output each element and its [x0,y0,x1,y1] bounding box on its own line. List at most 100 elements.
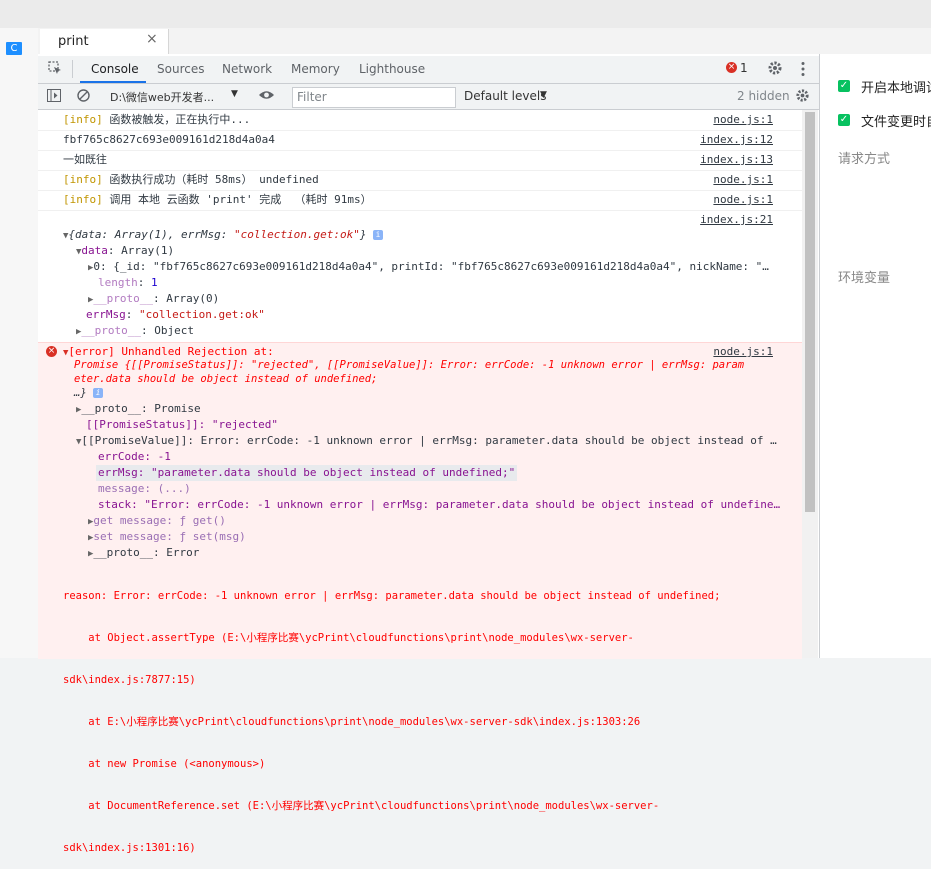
tree-errcode: errCode: -1 [98,450,171,463]
log-levels-chevron-icon[interactable]: ▼ [540,90,547,100]
tab-sources[interactable]: Sources [157,62,204,76]
left-app-badge[interactable]: C [6,42,22,55]
context-label: D:\微信web开发者... [110,91,215,104]
log-prefix: [info] [63,113,103,126]
devtools-main-toolbar [38,56,819,84]
hidden-count: 2 hidden [737,89,790,103]
tree-set-message[interactable]: ▶set message: ƒ set(msg) [88,529,246,546]
window-top-strip [0,0,931,29]
info-badge-icon[interactable]: i [92,388,103,398]
enable-local-debug-label: 开启本地调试 [861,81,931,96]
object-summary-close: } [359,228,367,241]
tree-item-0[interactable]: ▶0: {_id: "fbf765c8627c693e009161d218d4a… [88,259,769,276]
log-prefix: [info] [63,193,103,206]
tree-errmsg-highlight[interactable]: errMsg: "parameter.data should be object… [96,465,518,481]
console-scrollbar-thumb[interactable] [805,112,815,512]
tree-promise-value[interactable]: ▼[[PromiseValue]]: Error: errCode: -1 un… [76,433,777,450]
env-variables-heading: 环境变量 [838,271,891,286]
log-row[interactable]: [info] 调用 本地 云函数 'print' 完成 （耗时 91ms） no… [38,190,802,211]
tab-network[interactable]: Network [222,62,272,76]
live-expression-eye-icon[interactable] [258,89,275,101]
tree-stack: stack: "Error: errCode: -1 unknown error… [98,498,781,511]
stack-line: at Object.assertType (E:\小程序比赛\ycPrint\c… [63,632,634,644]
log-text: 函数执行成功（耗时 58ms） undefined [102,173,319,186]
inspect-element-icon[interactable] [48,61,62,75]
tree-value: : Array(1) [107,244,175,257]
log-source-link[interactable]: index.js:12 [700,130,773,150]
object-summary-open: {data: Array(1), errMsg: [68,228,234,241]
log-levels-dropdown[interactable]: Default levels [464,89,546,103]
promise-line: …} i [74,386,744,400]
tab-lighthouse[interactable]: Lighthouse [359,62,425,76]
tree-proto-promise[interactable]: ▶__proto__: Promise [76,401,201,418]
settings-gear-icon[interactable] [767,60,783,76]
tab-console[interactable]: Console [91,62,139,76]
tree-message[interactable]: message: (...) [98,481,191,497]
tree-value: __proto__: Promise [81,402,201,415]
log-text: 一如既往 [63,153,107,166]
log-source-link[interactable]: node.js:1 [713,170,773,190]
tree-get-message[interactable]: ▶get message: ƒ get() [88,513,226,530]
log-source-link[interactable]: index.js:13 [700,150,773,170]
tree-proto-error[interactable]: ▶__proto__: Error [88,545,199,562]
promise-line: eter.data should be object instead of un… [74,373,378,385]
auto-reload-checkbox[interactable]: ✓ [838,114,850,126]
tree-value: 1 [151,276,158,289]
left-rail [0,28,39,658]
stack-line: sdk\index.js:7877:15) [63,674,196,686]
tree-value: 0: {_id: "fbf765c8627c693e009161d218d4a0… [93,260,769,273]
editor-tab-bar [38,28,931,55]
file-tab-label: print [58,34,89,49]
sidebar-toggle-icon[interactable] [47,89,61,102]
info-badge-icon[interactable]: i [373,230,384,240]
log-row[interactable]: 一如既往 index.js:13 [38,150,802,171]
tree-key: errMsg [86,308,126,321]
log-row[interactable]: [info] 函数执行成功（耗时 58ms） undefined node.js… [38,170,802,191]
tab-console-indicator [80,81,146,83]
error-stack-trace: reason: Error: errCode: -1 unknown error… [63,561,720,869]
console-settings-gear-icon[interactable] [795,88,810,103]
tree-proto-object[interactable]: ▶__proto__: Object [76,323,194,340]
log-text: 函数被触发，正在执行中... [102,113,251,126]
stack-line: at DocumentReference.set (E:\小程序比赛\ycPri… [63,800,660,812]
filter-placeholder: Filter [297,90,327,104]
tree-value: : Array(0) [153,292,220,305]
clear-console-icon[interactable] [77,89,90,102]
object-summary[interactable]: ▼{data: Array(1), errMsg: "collection.ge… [63,227,384,244]
local-debug-panel [820,54,931,658]
tree-data[interactable]: ▼data: Array(1) [76,243,174,260]
log-prefix: [info] [63,173,103,186]
close-tab-icon[interactable]: × [146,31,158,47]
enable-local-debug-checkbox[interactable]: ✓ [838,80,850,92]
auto-reload-label: 文件变更时自动 [861,115,931,130]
log-row[interactable]: [info] 函数被触发，正在执行中... node.js:1 [38,110,802,131]
error-count[interactable]: 1 [740,61,748,75]
tree-errmsg: errMsg: "collection.get:ok" [86,308,265,321]
more-options-icon[interactable] [801,61,805,77]
tree-proto-array[interactable]: ▶__proto__: Array(0) [88,291,219,308]
error-count-icon[interactable]: × [726,62,737,73]
log-source-link[interactable]: index.js:21 [700,210,773,230]
tree-value: set message: ƒ set(msg) [93,530,246,543]
tree-key: __proto__ [81,324,142,337]
promise-ellipsis: …} [74,387,87,399]
log-text: 调用 本地 云函数 'print' 完成 （耗时 91ms） [102,193,372,206]
tree-key: length [98,276,138,289]
error-icon: × [46,346,57,357]
log-row[interactable]: fbf765c8627c693e009161d218d4a0a4 index.j… [38,130,802,151]
toolbar-divider [72,60,73,78]
tree-promise-status: [[PromiseStatus]]: "rejected" [86,418,279,431]
tree-value: __proto__: Error [93,546,200,559]
log-source-link[interactable]: node.js:1 [713,110,773,130]
tab-memory[interactable]: Memory [291,62,340,76]
promise-summary: Promise {[[PromiseStatus]]: "rejected", … [74,358,744,400]
context-dropdown-icon[interactable]: ▼ [231,89,238,99]
request-method-heading: 请求方式 [838,152,891,167]
log-source-link[interactable]: node.js:1 [713,190,773,210]
stack-line: at E:\小程序比赛\ycPrint\cloudfunctions\print… [63,716,641,728]
tree-value: "collection.get:ok" [139,308,265,321]
tree-value: get message: ƒ get() [93,514,226,527]
tree-length: length: 1 [98,276,158,289]
log-text: fbf765c8627c693e009161d218d4a0a4 [63,133,275,146]
tree-value: : Object [141,324,195,337]
